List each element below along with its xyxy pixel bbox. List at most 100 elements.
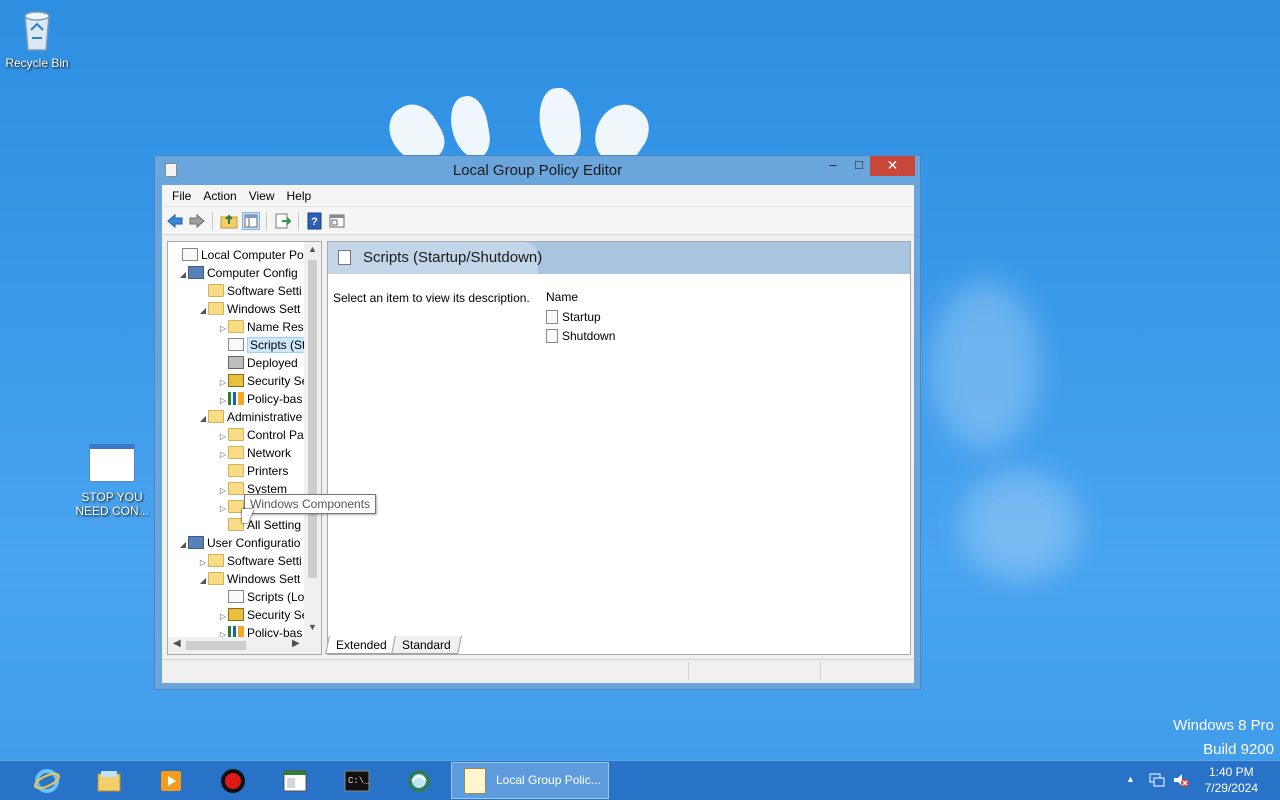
scroll-up-arrow-icon[interactable]: ▲ xyxy=(304,244,321,254)
collapse-arrow-icon[interactable]: ◢ xyxy=(178,266,188,284)
tree-item-scripts-logon-logoff[interactable]: Scripts (Lo xyxy=(218,588,304,606)
taskbar-file-explorer[interactable] xyxy=(84,764,132,798)
toolbar-separator xyxy=(212,212,213,230)
tab-standard[interactable]: Standard xyxy=(390,636,462,654)
tree-item-printers[interactable]: Printers xyxy=(218,462,288,480)
tree-item-scripts-startup-shutdown[interactable]: Scripts (Sta xyxy=(218,336,316,354)
internet-explorer-icon xyxy=(34,769,60,793)
forward-icon[interactable] xyxy=(188,212,206,230)
list-item-startup[interactable]: Startup xyxy=(546,308,601,326)
collapse-arrow-icon[interactable]: ◢ xyxy=(198,572,208,590)
tree-hscroll-thumb[interactable] xyxy=(186,641,246,650)
list-item-label: Shutdown xyxy=(562,329,616,343)
clock-date: 7/29/2024 xyxy=(1204,781,1258,795)
stop-file-shortcut[interactable]: STOP YOU NEED CON... xyxy=(72,444,152,518)
file-label-line2: NEED CON... xyxy=(75,504,149,518)
up-folder-icon[interactable] xyxy=(220,212,238,230)
printer-icon xyxy=(228,356,244,369)
tree-item-name-resolution-policy[interactable]: ▷ Name Res xyxy=(218,318,304,336)
tree-item-software-settings[interactable]: Software Setti xyxy=(198,282,302,300)
group-policy-editor-window[interactable]: Local Group Policy Editor – □ ✕ File Acti… xyxy=(154,155,921,690)
status-divider xyxy=(820,662,821,680)
taskbar-active-label: Local Group Polic... xyxy=(496,773,601,787)
folder-icon xyxy=(228,428,244,441)
wallpaper-glow xyxy=(960,470,1080,580)
tree-item-user-security-settings[interactable]: ▷ Security Se xyxy=(218,606,308,624)
export-list-icon[interactable] xyxy=(274,212,292,230)
scroll-right-arrow-icon[interactable]: ▶ xyxy=(292,638,300,649)
clock-time: 1:40 PM xyxy=(1208,765,1254,779)
details-header-title: Scripts (Startup/Shutdown) xyxy=(363,249,543,266)
folder-icon xyxy=(208,554,224,567)
taskbar-clock[interactable]: 1:40 PM 7/29/2024 xyxy=(1205,764,1258,796)
folder-icon xyxy=(228,446,244,459)
tree-item-policy-based-qos[interactable]: ▷ Policy-bas xyxy=(218,390,302,408)
menu-view[interactable]: View xyxy=(243,185,281,207)
network-icon[interactable] xyxy=(1148,772,1166,788)
close-button[interactable]: ✕ xyxy=(870,156,915,176)
taskbar-recorder[interactable] xyxy=(208,764,256,798)
recycle-bin-shortcut[interactable]: Recycle Bin xyxy=(0,6,77,70)
tree-item-deployed-printers[interactable]: Deployed xyxy=(218,354,298,372)
tree-item-label: Name Res xyxy=(247,320,304,334)
tree-item-user-windows-settings[interactable]: ◢ Windows Sett xyxy=(198,570,300,588)
tree-vertical-scrollbar[interactable]: ▲ ▼ xyxy=(304,242,321,638)
pc-icon xyxy=(188,266,204,279)
show-hide-tree-icon[interactable] xyxy=(242,212,260,230)
taskbar-command-prompt[interactable]: C:\_ xyxy=(332,764,380,798)
tree-item-computer-configuration[interactable]: ◢ Computer Config xyxy=(178,264,298,282)
title-bar[interactable]: Local Group Policy Editor – □ ✕ xyxy=(155,156,920,184)
tree-item-label: Printers xyxy=(247,464,289,478)
tree-horizontal-scrollbar[interactable]: ◀ ▶ xyxy=(168,637,321,654)
tree-item-control-panel[interactable]: ▷ Control Pa xyxy=(218,426,304,444)
tree-item-label: Software Setti xyxy=(227,284,302,298)
collapse-arrow-icon[interactable]: ◢ xyxy=(198,302,208,320)
name-column-header[interactable]: Name xyxy=(546,290,578,304)
taskbar-globe-app[interactable] xyxy=(394,764,442,798)
volume-muted-icon[interactable] xyxy=(1172,772,1190,788)
view-tabs: Extended Standard xyxy=(325,636,911,655)
taskbar-group-policy-editor[interactable]: Local Group Polic... xyxy=(451,762,609,799)
taskbar-media-player[interactable] xyxy=(146,764,194,798)
properties-icon[interactable] xyxy=(328,212,346,230)
menu-file[interactable]: File xyxy=(166,185,197,207)
taskbar-internet-explorer[interactable] xyxy=(22,764,70,798)
tree-item-local-computer-policy[interactable]: Local Computer Polic xyxy=(172,246,315,264)
console-tree-pane[interactable]: Local Computer Polic ◢ Computer Config Soft… xyxy=(167,241,322,655)
folder-icon xyxy=(228,320,244,333)
taskbar-window-app[interactable] xyxy=(270,764,318,798)
tree-item-user-software-settings[interactable]: ▷ Software Setti xyxy=(198,552,302,570)
tree-scroll-thumb[interactable] xyxy=(308,260,317,578)
svg-text:?: ? xyxy=(311,216,318,228)
scroll-left-arrow-icon[interactable]: ◀ xyxy=(173,638,181,649)
tree-item-administrative-templates[interactable]: ◢ Administrative xyxy=(198,408,302,426)
collapse-arrow-icon[interactable]: ◢ xyxy=(178,536,188,554)
chart-icon xyxy=(228,392,244,405)
file-explorer-icon xyxy=(97,771,121,792)
list-item-shutdown[interactable]: Shutdown xyxy=(546,327,615,345)
tree-item-all-settings[interactable]: All Setting xyxy=(218,516,301,534)
menu-action[interactable]: Action xyxy=(197,185,242,207)
tree-item-user-configuration[interactable]: ◢ User Configuratio xyxy=(178,534,300,552)
back-icon[interactable] xyxy=(166,212,184,230)
windows-watermark: Windows 8 Pro Build 9200 xyxy=(1173,714,1274,762)
tree-item-label: Scripts (Lo xyxy=(247,590,305,604)
command-prompt-icon: C:\_ xyxy=(344,770,370,792)
tree-item-label: Computer Config xyxy=(207,266,298,280)
tree-item-windows-settings[interactable]: ◢ Windows Sett xyxy=(198,300,300,318)
scroll-down-arrow-icon[interactable]: ▼ xyxy=(304,622,321,632)
globe-app-icon xyxy=(408,770,430,792)
maximize-button[interactable]: □ xyxy=(845,156,873,176)
show-hidden-icons-icon[interactable]: ▲ xyxy=(1126,774,1135,784)
recycle-bin-label: Recycle Bin xyxy=(5,56,69,70)
details-header: Scripts (Startup/Shutdown) xyxy=(328,242,910,274)
tree-item-network[interactable]: ▷ Network xyxy=(218,444,291,462)
doc-icon xyxy=(228,590,244,603)
minimize-button[interactable]: – xyxy=(819,156,847,176)
tree-item-security-settings[interactable]: ▷ Security Se xyxy=(218,372,308,390)
tab-extended[interactable]: Extended xyxy=(325,636,398,654)
help-icon[interactable]: ? xyxy=(306,212,324,230)
status-divider xyxy=(688,662,689,680)
menu-help[interactable]: Help xyxy=(281,185,318,207)
collapse-arrow-icon[interactable]: ◢ xyxy=(198,410,208,428)
